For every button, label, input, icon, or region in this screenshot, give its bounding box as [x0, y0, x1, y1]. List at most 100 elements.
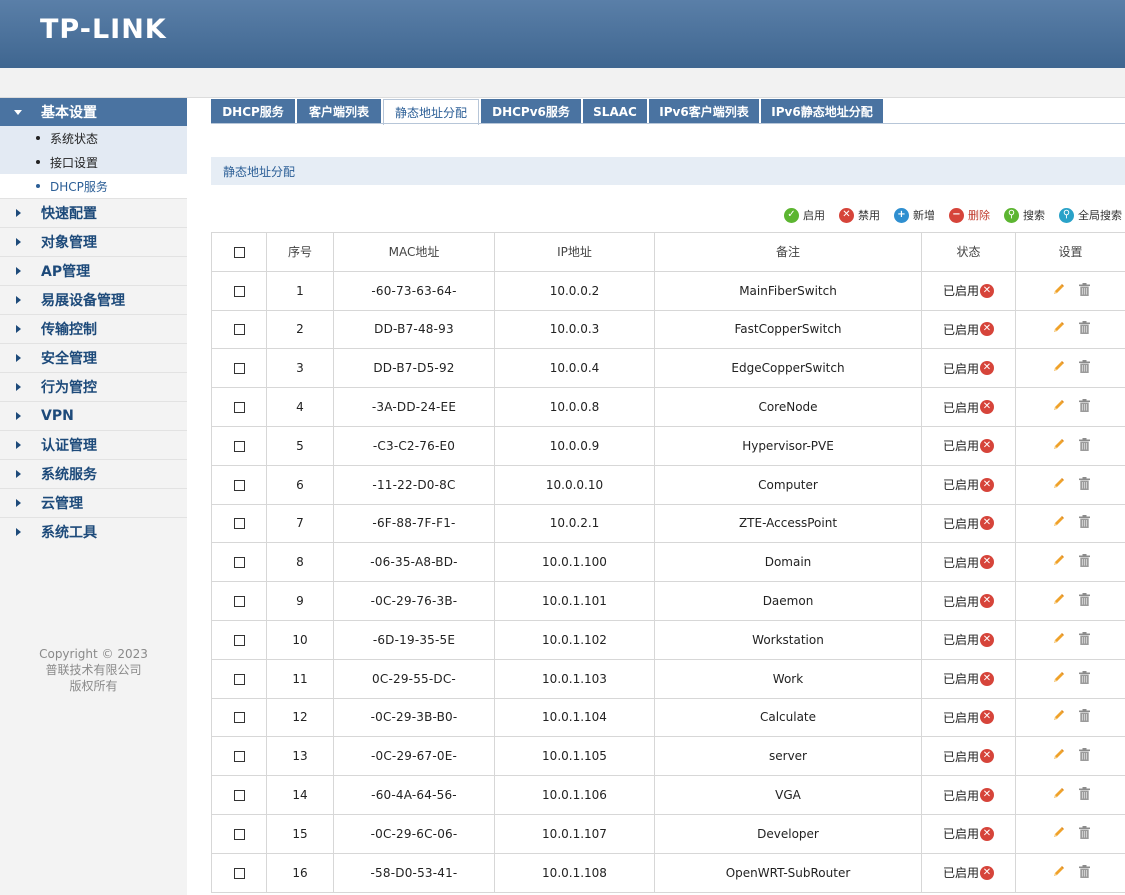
caret-right-icon — [16, 267, 21, 275]
edit-icon[interactable] — [1052, 593, 1065, 609]
sidebar-subitem[interactable]: 接口设置 — [0, 150, 187, 174]
disable-toggle-icon[interactable]: ✕ — [980, 865, 994, 880]
disable-button[interactable]: ✕ 禁用 — [839, 207, 880, 223]
trash-icon[interactable] — [1078, 631, 1090, 648]
tab[interactable]: 客户端列表 — [297, 99, 381, 124]
row-checkbox[interactable] — [233, 363, 245, 375]
tab[interactable]: SLAAC — [583, 99, 647, 124]
disable-toggle-icon[interactable]: ✕ — [980, 400, 994, 415]
sidebar-item[interactable]: 行为管控 — [0, 372, 187, 401]
row-checkbox[interactable] — [233, 596, 245, 608]
sidebar-item[interactable]: AP管理 — [0, 256, 187, 285]
edit-icon[interactable] — [1052, 826, 1065, 842]
trash-icon[interactable] — [1078, 864, 1090, 881]
row-checkbox[interactable] — [233, 673, 245, 685]
edit-icon[interactable] — [1052, 709, 1065, 725]
row-checkbox[interactable] — [233, 634, 245, 646]
disable-toggle-icon[interactable]: ✕ — [980, 594, 994, 609]
disable-toggle-icon[interactable]: ✕ — [980, 671, 994, 686]
sidebar-item[interactable]: 对象管理 — [0, 227, 187, 256]
caret-down-icon — [14, 109, 22, 115]
delete-button[interactable]: − 删除 — [949, 207, 990, 223]
tab[interactable]: IPv6静态地址分配 — [761, 99, 883, 124]
edit-icon[interactable] — [1052, 632, 1065, 648]
edit-icon[interactable] — [1052, 283, 1065, 299]
edit-icon[interactable] — [1052, 671, 1065, 687]
delete-label: 删除 — [968, 209, 990, 222]
sidebar-subitem[interactable]: 系统状态 — [0, 126, 187, 150]
disable-toggle-icon[interactable]: ✕ — [980, 477, 994, 492]
edit-icon[interactable] — [1052, 321, 1065, 337]
edit-icon[interactable] — [1052, 865, 1065, 881]
select-cell — [211, 658, 267, 699]
disable-toggle-icon[interactable]: ✕ — [980, 283, 994, 298]
trash-icon[interactable] — [1078, 670, 1090, 687]
trash-icon[interactable] — [1078, 282, 1090, 299]
trash-icon[interactable] — [1078, 476, 1090, 493]
tab[interactable]: IPv6客户端列表 — [649, 99, 759, 124]
row-checkbox[interactable] — [233, 557, 245, 569]
sidebar-item[interactable]: 系统工具 — [0, 517, 187, 546]
trash-icon[interactable] — [1078, 360, 1090, 376]
trash-icon[interactable] — [1078, 593, 1090, 609]
row-checkbox[interactable] — [233, 790, 245, 802]
sidebar-subitem[interactable]: DHCP服务 — [0, 174, 187, 198]
sidebar-item[interactable]: 系统服务 — [0, 459, 187, 488]
disable-toggle-icon[interactable]: ✕ — [980, 788, 994, 803]
disable-toggle-icon[interactable]: ✕ — [980, 826, 994, 841]
sidebar-item[interactable]: 快速配置 — [0, 198, 187, 227]
row-checkbox[interactable] — [233, 479, 245, 491]
row-checkbox[interactable] — [233, 285, 245, 297]
trash-icon[interactable] — [1078, 709, 1090, 725]
edit-icon[interactable] — [1052, 360, 1065, 376]
tab[interactable]: 静态地址分配 — [383, 99, 479, 125]
row-checkbox[interactable] — [233, 867, 245, 879]
edit-icon[interactable] — [1052, 477, 1065, 493]
settings-cell — [1015, 619, 1125, 660]
disable-toggle-icon[interactable]: ✕ — [980, 555, 994, 570]
trash-icon[interactable] — [1078, 437, 1090, 454]
select-all-checkbox[interactable] — [233, 246, 245, 258]
row-checkbox[interactable] — [233, 712, 245, 724]
row-checkbox[interactable] — [233, 751, 245, 763]
tab[interactable]: DHCPv6服务 — [481, 99, 581, 124]
row-checkbox[interactable] — [233, 828, 245, 840]
disable-toggle-icon[interactable]: ✕ — [980, 361, 994, 376]
trash-icon[interactable] — [1078, 321, 1090, 337]
sidebar-item[interactable]: 云管理 — [0, 488, 187, 517]
sidebar-item[interactable]: 易展设备管理 — [0, 285, 187, 314]
global-search-button[interactable]: ⚲ 全局搜索 — [1059, 207, 1122, 223]
trash-icon[interactable] — [1078, 554, 1090, 570]
disable-toggle-icon[interactable]: ✕ — [980, 710, 994, 725]
trash-icon[interactable] — [1078, 515, 1090, 531]
row-checkbox[interactable] — [233, 402, 245, 414]
edit-icon[interactable] — [1052, 554, 1065, 570]
tab[interactable]: DHCP服务 — [211, 99, 295, 124]
edit-icon[interactable] — [1052, 438, 1065, 454]
row-checkbox[interactable] — [233, 518, 245, 530]
sidebar-item[interactable]: 认证管理 — [0, 430, 187, 459]
sidebar-item[interactable]: VPN — [0, 401, 187, 430]
edit-icon[interactable] — [1052, 748, 1065, 764]
search-button[interactable]: ⚲ 搜索 — [1004, 207, 1045, 223]
row-checkbox[interactable] — [233, 440, 245, 452]
trash-icon[interactable] — [1078, 399, 1090, 415]
disable-toggle-icon[interactable]: ✕ — [980, 632, 994, 647]
sidebar-item-basic-settings[interactable]: 基本设置 — [0, 98, 187, 126]
sidebar-item[interactable]: 安全管理 — [0, 343, 187, 372]
disable-toggle-icon[interactable]: ✕ — [980, 322, 994, 337]
disable-toggle-icon[interactable]: ✕ — [980, 749, 994, 764]
disable-toggle-icon[interactable]: ✕ — [980, 438, 994, 453]
edit-icon[interactable] — [1052, 515, 1065, 531]
edit-icon[interactable] — [1052, 787, 1065, 803]
trash-icon[interactable] — [1078, 787, 1090, 803]
trash-icon[interactable] — [1078, 748, 1090, 764]
add-button[interactable]: + 新增 — [894, 207, 935, 223]
enable-button[interactable]: ✓ 启用 — [784, 207, 825, 223]
sidebar-item[interactable]: 传输控制 — [0, 314, 187, 343]
disable-toggle-icon[interactable]: ✕ — [980, 516, 994, 531]
note-cell: server — [654, 736, 922, 777]
edit-icon[interactable] — [1052, 399, 1065, 415]
row-checkbox[interactable] — [233, 324, 245, 336]
trash-icon[interactable] — [1078, 825, 1090, 842]
